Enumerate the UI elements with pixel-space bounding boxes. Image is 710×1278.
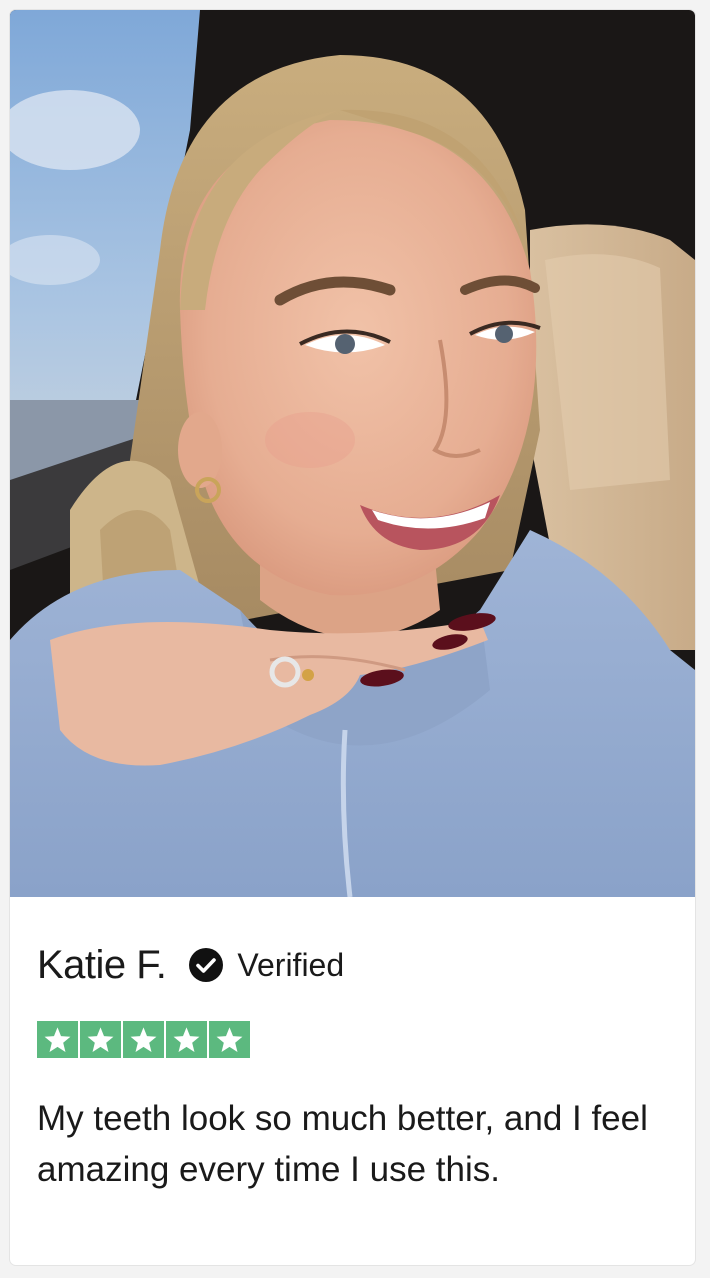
review-card: Katie F. Verified My teeth look so much … bbox=[10, 10, 695, 1265]
star-icon bbox=[166, 1021, 207, 1058]
star-icon bbox=[80, 1021, 121, 1058]
reviewer-header: Katie F. Verified bbox=[37, 941, 344, 989]
reviewer-photo bbox=[10, 10, 695, 897]
review-text: My teeth look so much better, and I feel… bbox=[37, 1099, 648, 1189]
star-rating bbox=[37, 1021, 250, 1058]
star-icon bbox=[209, 1021, 250, 1058]
star-icon bbox=[37, 1021, 78, 1058]
verified-badge-label: Verified bbox=[237, 946, 345, 983]
check-circle-icon bbox=[188, 947, 224, 983]
star-icon bbox=[123, 1021, 164, 1058]
reviewer-name: Katie F. bbox=[37, 942, 167, 987]
